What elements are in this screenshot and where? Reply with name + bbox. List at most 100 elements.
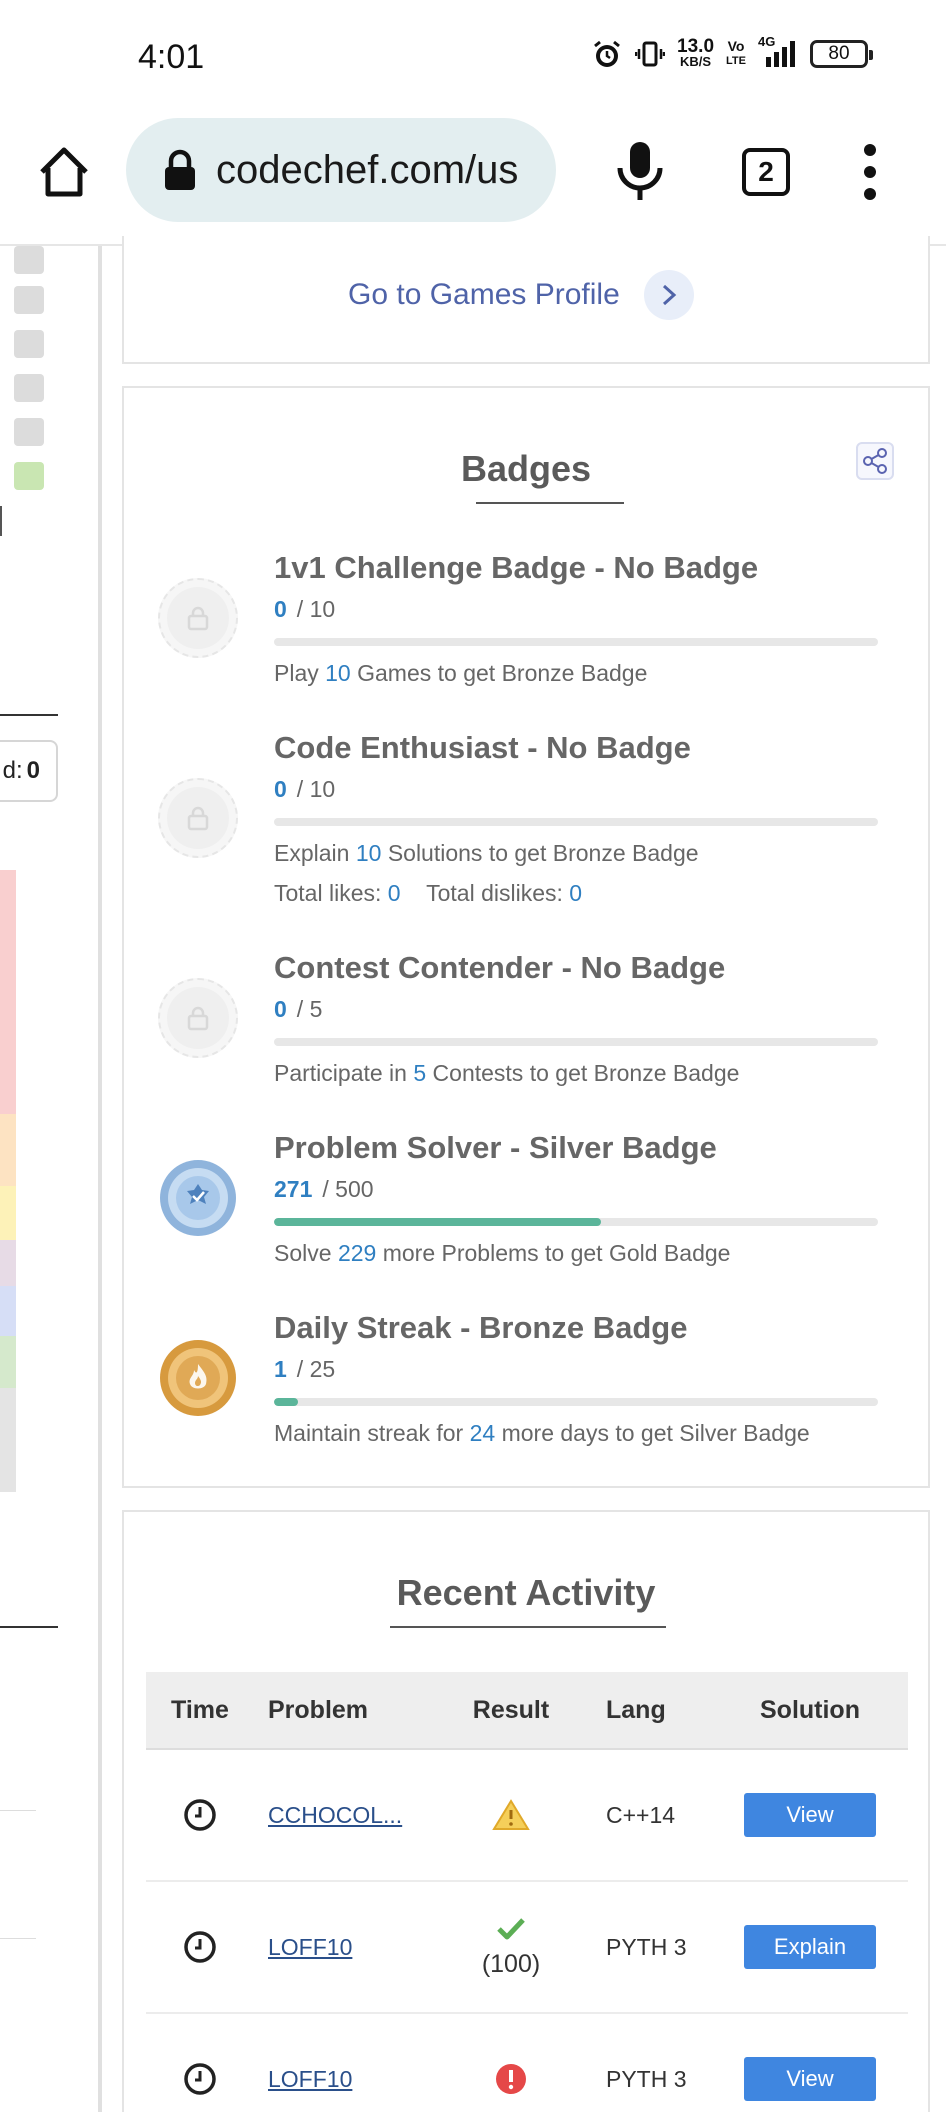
- likes-summary: Total likes: 0 Total dislikes: 0: [274, 880, 582, 907]
- badge-progress: 271 / 500: [274, 1176, 374, 1203]
- volte-top: Vo: [727, 38, 745, 54]
- volte-bottom: LTE: [726, 55, 746, 67]
- badge-total: / 5: [296, 996, 323, 1022]
- table-header: Time Problem Result Lang Solution: [146, 1672, 908, 1750]
- divider: [0, 714, 58, 716]
- chart-band: [0, 870, 16, 1114]
- likes-label: Total likes:: [274, 880, 382, 906]
- badge-description: Play 10 Games to get Bronze Badge: [274, 660, 647, 687]
- solved-value: 0: [26, 757, 40, 784]
- badge-name: 1v1 Challenge Badge - No Badge: [274, 550, 759, 585]
- badges-title-underline: [476, 502, 624, 504]
- desc-text: more Problems to get Gold Badge: [382, 1240, 731, 1266]
- desc-text: more days to get Silver Badge: [501, 1420, 810, 1446]
- desc-text: Participate in: [274, 1060, 407, 1086]
- warning-icon: [450, 1798, 572, 1832]
- desc-number: 10: [325, 660, 351, 686]
- view-solution-button[interactable]: View: [744, 1793, 876, 1837]
- games-profile-link[interactable]: Go to Games Profile: [348, 270, 694, 320]
- divider: [0, 506, 2, 536]
- dislikes-label: Total dislikes:: [426, 880, 563, 906]
- heatmap-cell: [14, 374, 44, 402]
- heatmap-cell: [14, 246, 44, 274]
- games-card: Go to Games Profile: [122, 236, 930, 364]
- desc-text: Solutions to get Bronze Badge: [387, 840, 699, 866]
- chart-band: [0, 1240, 16, 1286]
- desc-number: 10: [355, 840, 382, 866]
- home-icon[interactable]: [34, 142, 94, 202]
- column-header: Lang: [606, 1695, 666, 1724]
- language: C++14: [606, 1801, 676, 1828]
- net-speed-value: 13.0: [677, 36, 715, 57]
- tab-count: 2: [758, 156, 774, 187]
- desc-text: Explain: [274, 840, 350, 866]
- badge-progress: 0 / 10: [274, 596, 335, 623]
- divider: [0, 1810, 36, 1811]
- desc-text: Play: [274, 660, 319, 686]
- address-bar[interactable]: codechef.com/us: [126, 118, 556, 222]
- problem-link[interactable]: LOFF10: [268, 1934, 352, 1960]
- problem-link[interactable]: LOFF10: [268, 2066, 352, 2092]
- badge-progress-bar: [274, 1398, 878, 1406]
- alarm-icon: [591, 38, 623, 70]
- chart-band: [0, 1336, 16, 1388]
- table-row: CCHOCOL... C++14 View: [146, 1750, 908, 1882]
- table-row: LOFF10 (100) PYTH 3 Explain: [146, 1882, 908, 2014]
- battery-level: 80: [828, 43, 850, 64]
- browser-toolbar: codechef.com/us 2: [0, 118, 946, 246]
- solved-count-box: d: 0: [0, 740, 58, 802]
- mic-icon[interactable]: [612, 140, 668, 202]
- badge-description: Explain 10 Solutions to get Bronze Badge: [274, 840, 699, 867]
- clock-icon: [146, 1930, 254, 1964]
- badge-total: / 10: [296, 776, 336, 802]
- badge-name: Code Enthusiast - No Badge: [274, 730, 691, 765]
- result-score: (100): [481, 1949, 541, 1978]
- divider: [0, 1938, 36, 1939]
- badge-name: Contest Contender - No Badge: [274, 950, 726, 985]
- column-header: Result: [472, 1695, 550, 1724]
- recent-activity-underline: [390, 1626, 666, 1628]
- activity-table: Time Problem Result Lang Solution CCHOCO…: [146, 1672, 908, 2112]
- heatmap-cell: [14, 286, 44, 314]
- check-icon: [496, 1916, 526, 1946]
- divider: [0, 1626, 58, 1628]
- explain-solution-button[interactable]: Explain: [744, 1925, 876, 1969]
- table-row: LOFF10 PYTH 3 View: [146, 2014, 908, 2112]
- badges-card: Badges 1v1 Challenge Badge - No Badge 0 /…: [122, 386, 930, 1488]
- volte-indicator: Vo LTE: [726, 38, 746, 70]
- desc-number: 229: [337, 1240, 377, 1266]
- more-vert-icon[interactable]: [860, 144, 880, 200]
- solved-label: d:: [2, 757, 23, 784]
- heatmap-cell: [14, 418, 44, 446]
- badge-current: 0: [274, 596, 287, 622]
- chart-band: [0, 1286, 16, 1336]
- badge-description: Maintain streak for 24 more days to get …: [274, 1420, 810, 1447]
- language: PYTH 3: [606, 1933, 687, 1960]
- view-solution-button[interactable]: View: [744, 2057, 876, 2101]
- problem-link[interactable]: CCHOCOL...: [268, 1802, 402, 1828]
- clock-icon: [146, 1798, 254, 1832]
- badge-current: 1: [274, 1356, 287, 1382]
- badge-total: / 25: [296, 1356, 336, 1382]
- badge-current: 0: [274, 996, 287, 1022]
- chart-band: [0, 1114, 16, 1186]
- desc-text: Maintain streak for: [274, 1420, 464, 1446]
- net-speed: 13.0 KB/S: [677, 36, 715, 70]
- badge-progress-bar: [274, 818, 878, 826]
- share-icon[interactable]: [856, 442, 894, 480]
- url-text[interactable]: codechef.com/us: [216, 148, 518, 193]
- recent-activity-title: Recent Activity: [396, 1572, 656, 1613]
- chevron-right-icon[interactable]: [643, 270, 694, 320]
- badge-progress-fill: [274, 1218, 602, 1226]
- tabs-icon[interactable]: 2: [742, 148, 790, 196]
- vibrate-icon: [635, 38, 666, 70]
- badge-name: Daily Streak - Bronze Badge: [274, 1310, 688, 1345]
- badge-description: Participate in 5 Contests to get Bronze …: [274, 1060, 739, 1087]
- status-icons: 13.0 KB/S Vo LTE 4G 80: [591, 34, 873, 70]
- badge-progress-bar: [274, 638, 878, 646]
- desc-number: 24: [469, 1420, 496, 1446]
- badge-description: Solve 229 more Problems to get Gold Badg…: [274, 1240, 730, 1267]
- games-profile-label[interactable]: Go to Games Profile: [348, 278, 620, 312]
- badge-progress-fill: [274, 1398, 299, 1406]
- badge-current: 0: [274, 776, 287, 802]
